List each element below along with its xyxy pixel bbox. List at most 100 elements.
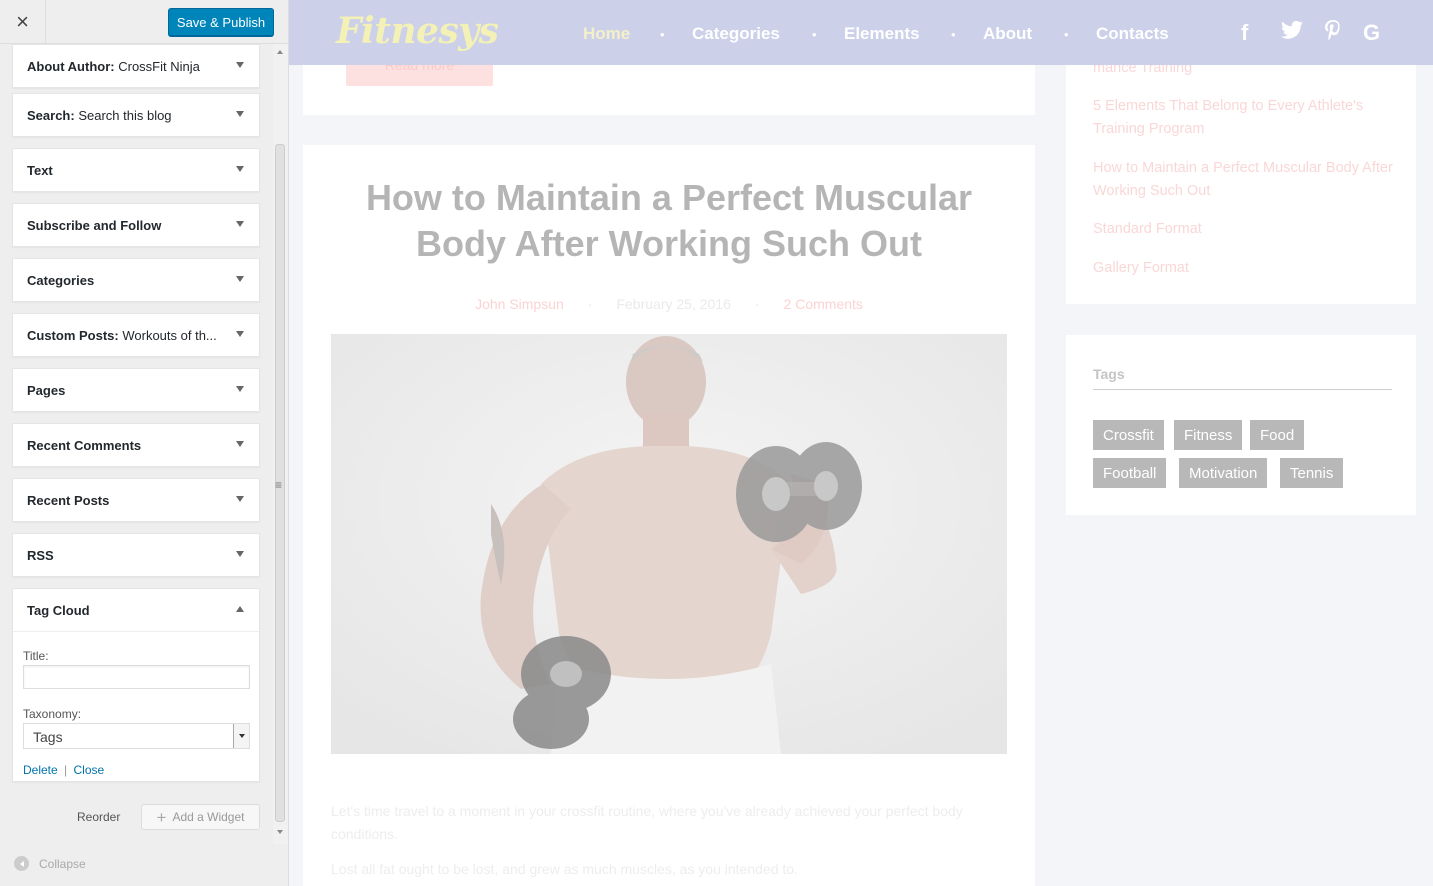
widget-title: Categories <box>27 273 95 288</box>
customizer-header: × Save & Publish <box>0 0 288 44</box>
post-paragraph: Lost all fat ought to be lost, and grew … <box>331 861 798 877</box>
select-dropdown-button[interactable] <box>233 724 249 748</box>
google-icon[interactable]: G <box>1363 20 1380 46</box>
resize-handle-icon[interactable]: ≡ <box>275 478 282 492</box>
add-widget-label: Add a Widget <box>172 810 245 824</box>
widget-title: Recent Comments <box>27 438 142 453</box>
chevron-down-icon[interactable] <box>236 331 244 337</box>
post-date: February 25, 2016 <box>616 296 731 312</box>
meta-separator: · <box>587 296 593 312</box>
title-label: Title: <box>23 649 49 663</box>
widget-recent-comments[interactable]: Recent Comments <box>12 423 260 467</box>
widget-pages[interactable]: Pages <box>12 368 260 412</box>
widget-title: Text <box>27 163 53 178</box>
widget-text[interactable]: Text <box>12 148 260 192</box>
delete-link[interactable]: Delete <box>23 763 58 777</box>
chevron-down-icon[interactable] <box>236 441 244 447</box>
chevron-down-icon[interactable] <box>236 496 244 502</box>
widget-subtitle: CrossFit Ninja <box>114 59 200 74</box>
nav-separator: • <box>812 27 817 42</box>
collapse-button[interactable]: Collapse <box>14 856 86 871</box>
site-logo[interactable]: Fitnesys <box>336 10 499 52</box>
collapse-arrow-icon <box>14 856 29 871</box>
widget-title: Recent Posts <box>27 493 110 508</box>
close-link[interactable]: Close <box>74 763 105 777</box>
widget-title: Tag Cloud <box>27 603 90 618</box>
widget-subtitle: Workouts of th... <box>118 328 217 343</box>
nav-separator: • <box>660 27 665 42</box>
title-field[interactable] <box>23 665 250 689</box>
chevron-down-icon[interactable] <box>236 276 244 282</box>
save-publish-button[interactable]: Save & Publish <box>168 8 274 36</box>
reorder-link[interactable]: Reorder <box>77 810 120 824</box>
widget-categories[interactable]: Categories <box>12 258 260 302</box>
recent-post-link[interactable]: Gallery Format <box>1093 257 1393 280</box>
tag-fitness[interactable]: Fitness <box>1174 420 1243 450</box>
taxonomy-selected-value: Tags <box>33 729 63 745</box>
nav-categories[interactable]: Categories <box>692 24 780 44</box>
recent-post-link[interactable]: Standard Format <box>1093 218 1393 241</box>
post-excerpt: Let's time travel to a moment in your cr… <box>331 800 1011 886</box>
post-title[interactable]: How to Maintain a Perfect Muscular Body … <box>317 175 1021 267</box>
widget-tag-cloud[interactable]: Tag Cloud Title: Taxonomy: Tags Delete |… <box>12 588 260 782</box>
tags-widget: Tags Crossfit Fitness Food Football Moti… <box>1066 335 1416 515</box>
chevron-down-icon[interactable] <box>236 166 244 172</box>
chevron-down-icon[interactable] <box>236 111 244 117</box>
widget-recent-posts[interactable]: Recent Posts <box>12 478 260 522</box>
scroll-up-icon[interactable] <box>277 50 283 54</box>
scrollbar[interactable] <box>273 44 288 844</box>
widget-actions: Delete | Close <box>23 763 104 777</box>
nav-about[interactable]: About <box>983 24 1032 44</box>
widget-title: RSS <box>27 548 54 563</box>
twitter-icon[interactable] <box>1281 20 1303 45</box>
add-widget-button[interactable]: + Add a Widget <box>141 804 260 830</box>
tag-motivation[interactable]: Motivation <box>1179 458 1268 488</box>
chevron-down-icon <box>238 734 245 738</box>
post-card: How to Maintain a Perfect Muscular Body … <box>303 145 1035 886</box>
scroll-down-icon[interactable] <box>277 830 283 834</box>
divider <box>13 631 259 632</box>
tag-crossfit[interactable]: Crossfit <box>1093 420 1164 450</box>
widget-custom-posts[interactable]: Custom Posts: Workouts of th... <box>12 313 260 357</box>
widget-about-author[interactable]: About Author: CrossFit Ninja <box>12 44 260 88</box>
tag-food[interactable]: Food <box>1250 420 1305 450</box>
chevron-up-icon[interactable] <box>236 606 244 612</box>
widget-title: Custom Posts: <box>27 328 119 343</box>
chevron-down-icon[interactable] <box>236 221 244 227</box>
chevron-down-icon[interactable] <box>236 551 244 557</box>
tag-football[interactable]: Football <box>1093 458 1167 488</box>
athlete-illustration <box>331 334 1007 754</box>
close-customizer-button[interactable]: × <box>0 0 46 44</box>
widget-search[interactable]: Search: Search this blog <box>12 93 260 137</box>
facebook-icon[interactable]: f <box>1241 20 1248 46</box>
nav-contacts[interactable]: Contacts <box>1096 24 1169 44</box>
nav-elements[interactable]: Elements <box>844 24 920 44</box>
recent-post-link[interactable]: 5 Elements That Belong to Every Athlete'… <box>1093 95 1393 141</box>
nav-separator: • <box>951 27 956 42</box>
close-icon: × <box>16 9 29 34</box>
post-comments-link[interactable]: 2 Comments <box>784 296 863 312</box>
site-header: Fitnesys Home • Categories • Elements • … <box>289 0 1433 65</box>
widget-subscribe-follow[interactable]: Subscribe and Follow <box>12 203 260 247</box>
post-meta: John Simpsun · February 25, 2016 · 2 Comment… <box>317 296 1021 312</box>
post-author[interactable]: John Simpsun <box>475 296 564 312</box>
collapse-label: Collapse <box>39 856 86 871</box>
widget-rss[interactable]: RSS <box>12 533 260 577</box>
nav-home[interactable]: Home <box>583 24 630 44</box>
widgets-panel: About Author: CrossFit Ninja Search: Sea… <box>0 44 288 844</box>
taxonomy-label: Taxonomy: <box>23 707 82 721</box>
chevron-down-icon[interactable] <box>236 386 244 392</box>
tag-tennis[interactable]: Tennis <box>1280 458 1344 488</box>
taxonomy-select[interactable]: Tags <box>23 723 250 749</box>
recent-post-link[interactable]: How to Maintain a Perfect Muscular Body … <box>1093 157 1393 203</box>
widget-title: Subscribe and Follow <box>27 218 162 233</box>
widget-title: Search: <box>27 108 75 123</box>
post-featured-image[interactable] <box>331 334 1007 754</box>
post-paragraph: Let's time travel to a moment in your cr… <box>331 803 963 842</box>
pinterest-icon[interactable] <box>1324 20 1342 47</box>
plus-icon: + <box>156 807 167 827</box>
chevron-down-icon[interactable] <box>236 62 244 68</box>
tags-widget-title: Tags <box>1093 366 1125 382</box>
site-preview: Read more How to Maintain a Perfect Musc… <box>289 0 1433 886</box>
meta-separator: · <box>754 296 760 312</box>
